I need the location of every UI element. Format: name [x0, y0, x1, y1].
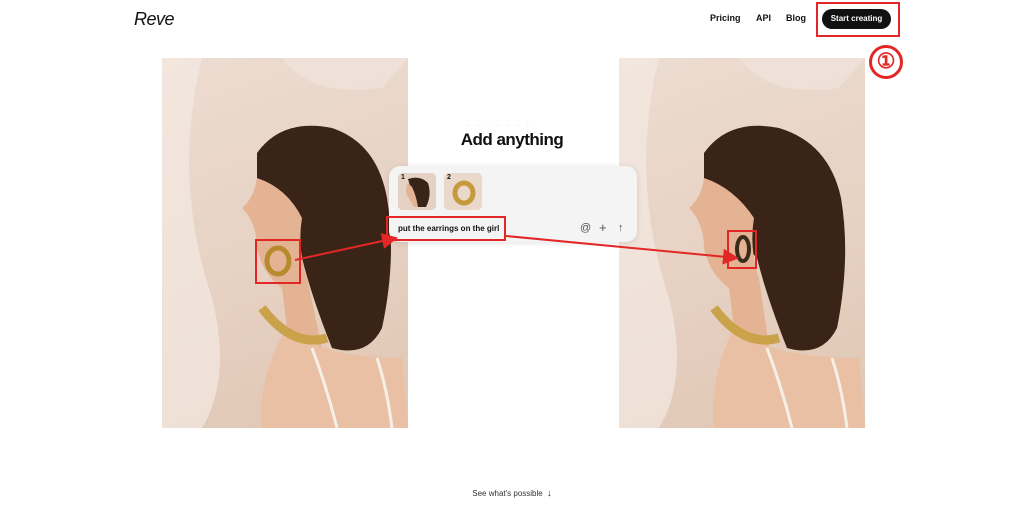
see-whats-possible-link[interactable]: See what's possible ↓ — [0, 488, 1024, 499]
arrow-earring-to-prompt — [294, 233, 398, 261]
annotation-arrows — [294, 233, 739, 265]
arrow-down-icon: ↓ — [546, 488, 552, 499]
see-more-label: See what's possible — [472, 489, 543, 498]
arrow-prompt-to-result — [505, 235, 739, 265]
